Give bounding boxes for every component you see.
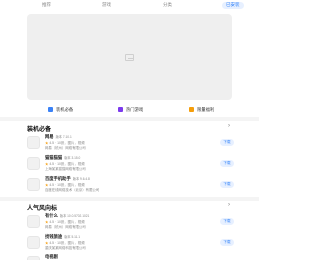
app-icon bbox=[27, 215, 40, 228]
download-button[interactable]: 下载 bbox=[220, 218, 234, 225]
promo-banner[interactable] bbox=[27, 14, 232, 100]
app-company: 上海某某猫猫网络有限公司 bbox=[45, 167, 86, 171]
game-icon bbox=[118, 107, 123, 112]
download-button[interactable]: 下载 bbox=[220, 160, 234, 167]
section-more-button[interactable]: › bbox=[228, 123, 230, 129]
app-company: 重庆某某网络科技有限公司 bbox=[45, 246, 86, 250]
quick-link-essentials[interactable]: 装机必备 bbox=[48, 105, 73, 114]
app-name: 百度手机助手 bbox=[45, 176, 71, 181]
section-more-button[interactable]: › bbox=[228, 202, 230, 208]
tab-categories[interactable]: 分类 bbox=[163, 2, 172, 8]
app-version: 版本 9.6.4.8 bbox=[72, 177, 90, 181]
section-divider bbox=[0, 197, 259, 201]
tab-games[interactable]: 游戏 bbox=[102, 2, 111, 8]
image-placeholder-icon bbox=[125, 54, 134, 61]
tab-recommend[interactable]: 推荐 bbox=[42, 2, 51, 8]
app-company: 百度在线网络技术（北京）有限公司 bbox=[45, 188, 100, 192]
app-company: 网易（杭州）网络有限公司 bbox=[45, 225, 86, 229]
app-list-item[interactable]: 网易 版本 7.10.1 ★ 4.5 · 10张，图片，视频 网易（杭州）网络有限… bbox=[27, 134, 237, 154]
app-icon bbox=[27, 178, 40, 191]
download-button[interactable]: 下载 bbox=[220, 181, 234, 188]
app-name: 网易 bbox=[45, 134, 54, 139]
app-version: 版本 5.11.1 bbox=[64, 235, 81, 239]
quick-link-gifts[interactable]: 限量福利 bbox=[189, 105, 214, 114]
app-name: 电视剧 bbox=[45, 254, 58, 259]
quick-link-hot-games[interactable]: 热门游戏 bbox=[118, 105, 143, 114]
app-company: 网易（杭州）网络有限公司 bbox=[45, 146, 86, 150]
app-name: 找钱旅途 bbox=[45, 234, 63, 239]
app-version: 版本 10.0.5702.1021 bbox=[59, 214, 90, 218]
tab-installed[interactable]: 已安装 bbox=[222, 1, 244, 9]
app-version: 版本 7.10.1 bbox=[55, 135, 72, 139]
app-list-item[interactable]: 有什么 版本 10.0.5702.1021 ★ 4.5 · 10张，图片，视频 网… bbox=[27, 213, 237, 233]
app-icon bbox=[27, 157, 40, 170]
top-tab-bar: 推荐 游戏 分类 已安装 bbox=[0, 0, 259, 12]
pin-icon bbox=[48, 107, 53, 112]
app-list-item[interactable]: 找钱旅途 版本 5.11.1 ★ 4.5 · 10张，图片，视频 重庆某某网络科技… bbox=[27, 234, 237, 254]
app-name: 有什么 bbox=[45, 213, 58, 218]
app-icon bbox=[27, 256, 40, 260]
app-version: 版本 3.15.0 bbox=[64, 156, 81, 160]
app-list-item[interactable]: 百度手机助手 版本 9.6.4.8 ★ 4.5 · 10张，图片，视频 百度在线网… bbox=[27, 176, 237, 196]
gift-icon bbox=[189, 107, 194, 112]
app-icon bbox=[27, 136, 40, 149]
app-name: 猫猫猫猫 bbox=[45, 155, 63, 160]
download-button[interactable]: 下载 bbox=[220, 139, 234, 146]
app-list-item[interactable]: 电视剧 bbox=[27, 254, 237, 260]
section-title-essentials: 装机必备 bbox=[27, 127, 52, 133]
app-icon bbox=[27, 236, 40, 249]
download-button[interactable]: 下载 bbox=[220, 239, 234, 246]
app-list-item[interactable]: 猫猫猫猫 版本 3.15.0 ★ 4.5 · 10张，图片，视频 上海某某猫猫网络… bbox=[27, 155, 237, 175]
section-divider bbox=[0, 117, 259, 121]
section-title-trending: 人气风向标 bbox=[27, 206, 58, 212]
